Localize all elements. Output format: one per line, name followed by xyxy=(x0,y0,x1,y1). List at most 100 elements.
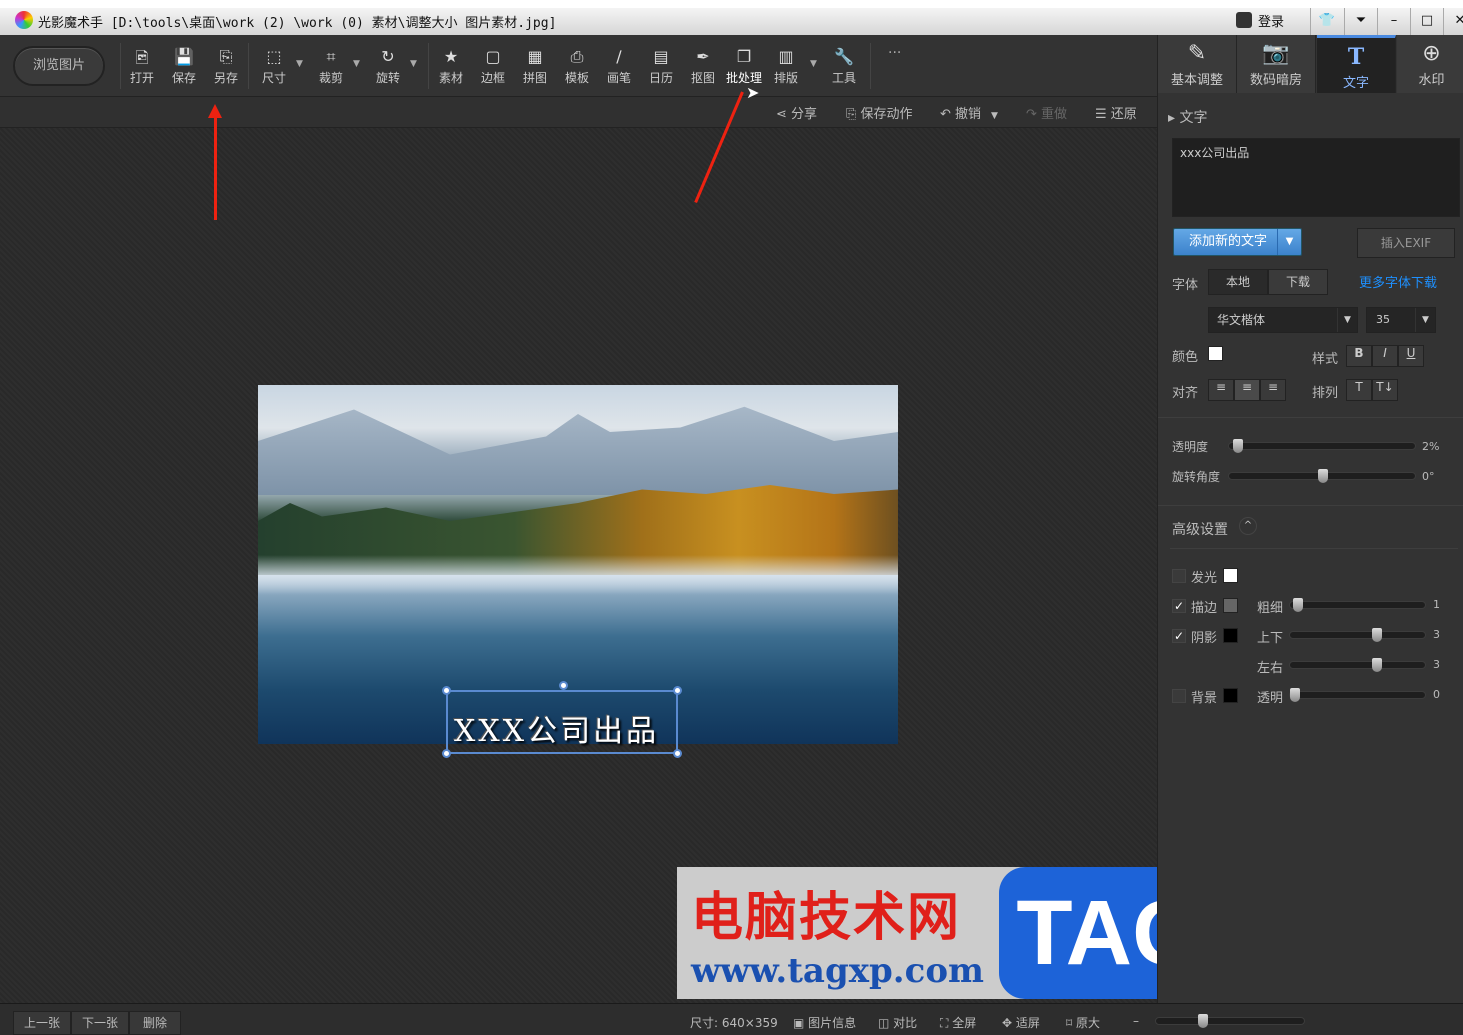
browse-images-button[interactable]: 浏览图片 xyxy=(13,46,105,86)
tool-open[interactable]: 🖻 打开 xyxy=(122,47,162,86)
bold-button[interactable]: B xyxy=(1346,345,1372,367)
slider-thumb[interactable] xyxy=(1318,469,1328,483)
text-overlay[interactable]: XXX公司出品 xyxy=(454,706,659,750)
more-fonts-link[interactable]: 更多字体下载 xyxy=(1359,272,1437,291)
text-overlay-box[interactable]: XXX公司出品 xyxy=(442,681,682,758)
bg-opacity-slider[interactable] xyxy=(1289,688,1426,702)
tool-resize[interactable]: ⬚ 尺寸 xyxy=(254,47,294,86)
original-size-button[interactable]: ⌑ 原大 xyxy=(1066,1014,1100,1031)
menu-button[interactable]: ⏷ xyxy=(1344,8,1377,35)
undo-dropdown-icon[interactable]: ▼ xyxy=(991,111,998,121)
redo-button[interactable]: ↷ 重做 xyxy=(1026,103,1067,122)
next-image-button[interactable]: 下一张 xyxy=(71,1011,129,1035)
minimize-button[interactable]: – xyxy=(1377,8,1410,35)
image-info-button[interactable]: ▣ 图片信息 xyxy=(793,1014,856,1031)
align-center-button[interactable]: ≡ xyxy=(1234,379,1260,401)
save-action-button[interactable]: ⎘ 保存动作 xyxy=(846,103,913,122)
shadow-checkbox[interactable]: ✓ xyxy=(1172,629,1186,643)
skin-button[interactable]: 👕 xyxy=(1310,8,1343,35)
glow-checkbox[interactable] xyxy=(1172,569,1186,583)
insert-exif-button[interactable]: 插入EXIF xyxy=(1357,228,1455,258)
stroke-checkbox[interactable]: ✓ xyxy=(1172,599,1186,613)
dropdown-arrow-icon[interactable]: ▼ xyxy=(410,59,417,69)
calendar-icon: ▤ xyxy=(653,47,669,66)
login-link[interactable]: 登录 xyxy=(1258,11,1284,30)
tool-calendar[interactable]: ▤ 日历 xyxy=(641,47,681,86)
add-text-dropdown-icon[interactable]: ▼ xyxy=(1277,229,1301,255)
slider-thumb[interactable] xyxy=(1372,658,1382,672)
resize-handle[interactable] xyxy=(442,686,451,695)
tool-wrench[interactable]: 🔧 工具 xyxy=(824,47,864,86)
fullscreen-button[interactable]: ⛶ 全屏 xyxy=(940,1014,976,1031)
slider-thumb[interactable] xyxy=(1198,1014,1208,1028)
zoom-out-icon[interactable]: – xyxy=(1133,1014,1139,1028)
dropdown-arrow-icon[interactable]: ▼ xyxy=(810,59,817,69)
stroke-color-swatch[interactable] xyxy=(1223,598,1238,613)
style-label: 样式 xyxy=(1312,352,1339,367)
shadow-horizontal-slider[interactable] xyxy=(1289,658,1426,672)
watermark-logo: 电脑技术网 www.tagxp.com TAG xyxy=(677,867,1229,999)
vertical-text-button[interactable]: T↓ xyxy=(1372,379,1398,401)
dropdown-arrow-icon[interactable]: ▼ xyxy=(296,59,303,69)
undo-button[interactable]: ↶ 撤销 ▼ xyxy=(940,103,998,122)
rotation-slider[interactable] xyxy=(1228,469,1416,483)
resize-handle[interactable] xyxy=(673,749,682,758)
horizontal-label: 左右 xyxy=(1257,661,1284,676)
slider-thumb[interactable] xyxy=(1232,439,1243,453)
tool-material[interactable]: ★ 素材 xyxy=(431,47,471,86)
tool-crop[interactable]: ⌗ 裁剪 xyxy=(311,47,351,86)
share-button[interactable]: ⋖ 分享 xyxy=(776,103,817,122)
zoom-slider[interactable] xyxy=(1155,1014,1305,1028)
slider-thumb[interactable] xyxy=(1290,688,1300,702)
tab-darkroom[interactable]: 📷 数码暗房 xyxy=(1237,35,1316,93)
tool-save[interactable]: 💾 保存 xyxy=(164,47,204,86)
shadow-color-swatch[interactable] xyxy=(1223,628,1238,643)
close-button[interactable]: ✕ xyxy=(1443,8,1463,35)
font-size-select[interactable]: 35 ▼ xyxy=(1366,307,1436,333)
font-download-tab[interactable]: 下载 xyxy=(1268,269,1328,295)
tab-watermark[interactable]: ⊕ 水印 xyxy=(1397,35,1463,93)
align-left-button[interactable]: ≡ xyxy=(1208,379,1234,401)
glow-color-swatch[interactable] xyxy=(1223,568,1238,583)
fit-screen-button[interactable]: ✥ 适屏 xyxy=(1002,1014,1040,1031)
horizontal-text-button[interactable]: T xyxy=(1346,379,1372,401)
tool-rotate[interactable]: ↻ 旋转 xyxy=(368,47,408,86)
slider-thumb[interactable] xyxy=(1372,628,1382,642)
font-select[interactable]: 华文楷体 ▼ xyxy=(1208,307,1358,333)
align-right-button[interactable]: ≡ xyxy=(1260,379,1286,401)
restore-button[interactable]: ☰ 还原 xyxy=(1095,103,1137,122)
collapse-icon[interactable]: ^ xyxy=(1239,517,1257,535)
font-local-tab[interactable]: 本地 xyxy=(1208,269,1268,295)
resize-handle[interactable] xyxy=(673,686,682,695)
rotate-handle[interactable] xyxy=(559,681,568,690)
background-checkbox[interactable] xyxy=(1172,689,1186,703)
delete-button[interactable]: 删除 xyxy=(129,1011,181,1035)
tool-collage[interactable]: ▦ 拼图 xyxy=(515,47,555,86)
tool-batch[interactable]: ❐ 批处理 xyxy=(724,47,764,86)
more-tools-button[interactable]: ··· xyxy=(888,45,901,61)
tool-save-as[interactable]: ⎘ 另存 xyxy=(206,47,246,86)
prev-image-button[interactable]: 上一张 xyxy=(13,1011,71,1035)
tab-text[interactable]: T 文字 xyxy=(1317,35,1396,93)
thickness-slider[interactable] xyxy=(1289,598,1426,612)
text-input[interactable]: xxx公司出品 xyxy=(1172,138,1460,217)
italic-button[interactable]: I xyxy=(1372,345,1398,367)
tab-basic-adjust[interactable]: ✎ 基本调整 xyxy=(1158,35,1237,93)
maximize-button[interactable]: □ xyxy=(1410,8,1443,35)
opacity-slider[interactable] xyxy=(1228,439,1416,453)
background-color-swatch[interactable] xyxy=(1223,688,1238,703)
slider-thumb[interactable] xyxy=(1293,598,1303,612)
tool-border[interactable]: ▢ 边框 xyxy=(473,47,513,86)
tool-layout[interactable]: ▥ 排版 xyxy=(766,47,806,86)
resize-handle[interactable] xyxy=(442,749,451,758)
text-color-swatch[interactable] xyxy=(1208,346,1223,361)
shadow-vertical-slider[interactable] xyxy=(1289,628,1426,642)
add-text-button[interactable]: 添加新的文字 ▼ xyxy=(1173,228,1302,256)
dropdown-arrow-icon[interactable]: ▼ xyxy=(353,59,360,69)
underline-button[interactable]: U xyxy=(1398,345,1424,367)
tool-cutout[interactable]: ✒ 抠图 xyxy=(683,47,723,86)
tool-brush[interactable]: ∕ 画笔 xyxy=(599,47,639,86)
compare-button[interactable]: ◫ 对比 xyxy=(878,1014,917,1031)
share-icon: ⋖ xyxy=(776,107,792,122)
tool-template[interactable]: ⎙ 模板 xyxy=(557,47,597,86)
